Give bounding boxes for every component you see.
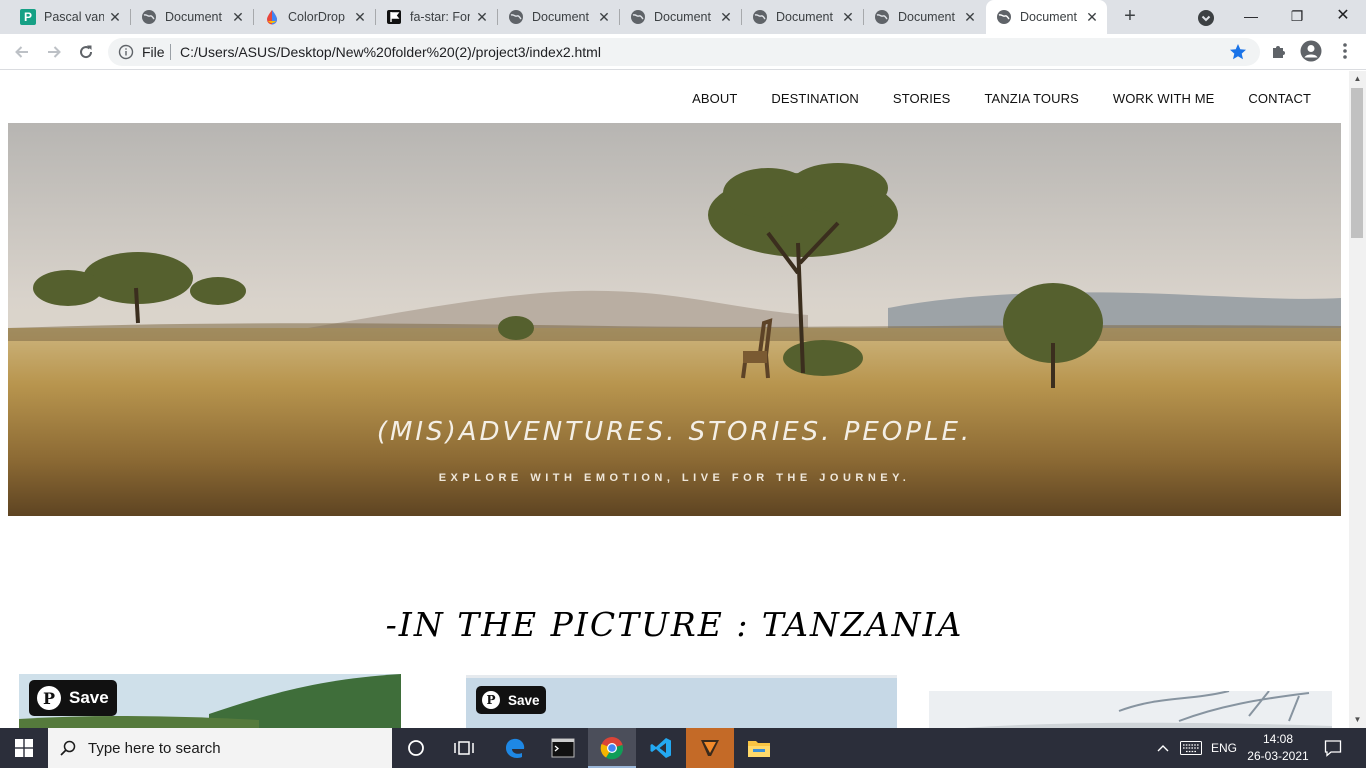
savanna-landscape-image xyxy=(8,123,1341,516)
hero-subtitle: EXPLORE WITH EMOTION, LIVE FOR THE JOURN… xyxy=(438,472,911,484)
globe-icon xyxy=(996,9,1012,25)
pinterest-save-button[interactable]: P Save xyxy=(476,686,546,714)
info-icon[interactable] xyxy=(118,44,134,60)
nav-destination[interactable]: DESTINATION xyxy=(771,91,859,106)
new-tab-button[interactable]: + xyxy=(1118,5,1142,29)
minimize-button[interactable]: — xyxy=(1228,0,1274,32)
chrome-browser-icon[interactable] xyxy=(588,728,636,768)
address-divider xyxy=(170,44,171,60)
save-label: Save xyxy=(69,688,109,707)
keyboard-icon[interactable] xyxy=(1178,728,1204,768)
tab-5[interactable]: Document ✕ xyxy=(498,0,620,34)
file-explorer-icon[interactable] xyxy=(735,728,783,768)
reload-icon[interactable] xyxy=(74,40,98,64)
close-tab-icon[interactable]: ✕ xyxy=(231,10,245,24)
clock-time: 14:08 xyxy=(1262,732,1294,746)
close-window-button[interactable]: ✕ xyxy=(1320,0,1366,32)
tab-8[interactable]: Document ✕ xyxy=(864,0,985,34)
globe-icon xyxy=(752,9,768,25)
taskbar-search-box[interactable]: Type here to search xyxy=(48,728,392,768)
close-tab-icon[interactable]: ✕ xyxy=(597,10,611,24)
close-tab-icon[interactable]: ✕ xyxy=(719,10,733,24)
gallery-image-2[interactable]: P Save xyxy=(466,675,897,728)
scroll-up-arrow-icon[interactable]: ▲ xyxy=(1349,71,1366,87)
close-tab-icon[interactable]: ✕ xyxy=(353,10,367,24)
nav-about[interactable]: ABOUT xyxy=(692,91,737,106)
site-nav: ABOUT DESTINATION STORIES TANZIA TOURS W… xyxy=(658,91,1311,106)
nav-contact[interactable]: CONTACT xyxy=(1248,91,1311,106)
extensions-puzzle-icon[interactable] xyxy=(1268,40,1290,62)
section-heading: -IN THE PICTURE : TANZANIA xyxy=(385,605,964,644)
scrollbar-thumb[interactable] xyxy=(1351,88,1363,238)
pinterest-save-button[interactable]: P Save xyxy=(29,680,117,716)
restore-button[interactable]: ❐ xyxy=(1274,0,1320,32)
tab-title: fa-star: For xyxy=(410,10,470,24)
drop-icon xyxy=(264,9,280,25)
globe-icon xyxy=(141,9,157,25)
save-label: Save xyxy=(508,692,540,708)
globe-icon xyxy=(630,9,646,25)
scheme-label: File xyxy=(142,44,165,60)
notification-center-icon[interactable] xyxy=(1316,728,1350,768)
close-tab-icon[interactable]: ✕ xyxy=(108,10,122,24)
gallery-image-3[interactable] xyxy=(929,691,1332,728)
tab-7[interactable]: Document ✕ xyxy=(742,0,864,34)
p-letter-icon: P xyxy=(20,9,36,25)
tray-chevron-up-icon[interactable] xyxy=(1154,728,1172,768)
windows-taskbar: Type here to search ENG 14:08 26-03-2021 xyxy=(0,728,1366,768)
close-tab-icon[interactable]: ✕ xyxy=(475,10,489,24)
cortana-circle-icon[interactable] xyxy=(392,728,440,768)
search-icon xyxy=(60,740,76,756)
nav-tanzia-tours[interactable]: TANZIA TOURS xyxy=(984,91,1078,106)
profile-avatar-icon[interactable] xyxy=(1300,40,1322,62)
gallery-image-1[interactable]: P Save xyxy=(19,674,401,728)
url-text[interactable]: C:/Users/ASUS/Desktop/New%20folder%20(2)… xyxy=(180,44,601,60)
nav-work-with-me[interactable]: WORK WITH ME xyxy=(1113,91,1215,106)
close-tab-icon[interactable]: ✕ xyxy=(1085,10,1099,24)
close-tab-icon[interactable]: ✕ xyxy=(963,10,977,24)
clock-date: 26-03-2021 xyxy=(1247,749,1309,763)
close-tab-icon[interactable]: ✕ xyxy=(841,10,855,24)
tab-2[interactable]: Document ✕ xyxy=(131,0,254,34)
hero-title: (MIS)ADVENTURES. STORIES. PEOPLE. xyxy=(376,417,973,447)
hero-banner: (MIS)ADVENTURES. STORIES. PEOPLE. EXPLOR… xyxy=(8,123,1341,516)
web-page: ABOUT DESTINATION STORIES TANZIA TOURS W… xyxy=(0,71,1349,728)
globe-icon xyxy=(874,9,890,25)
windows-start-icon[interactable] xyxy=(0,728,48,768)
nav-stories[interactable]: STORIES xyxy=(893,91,951,106)
edge-browser-icon[interactable] xyxy=(491,728,539,768)
browser-toolbar: File C:/Users/ASUS/Desktop/New%20folder%… xyxy=(0,34,1366,70)
page-scrollbar[interactable]: ▲ ▼ xyxy=(1349,71,1366,728)
bookmark-star-icon[interactable] xyxy=(1228,42,1248,62)
tab-3[interactable]: ColorDrop ✕ xyxy=(254,0,376,34)
tab-search-icon[interactable] xyxy=(1196,8,1216,28)
terminal-icon[interactable] xyxy=(539,728,587,768)
sublime-app-icon[interactable] xyxy=(686,728,734,768)
globe-icon xyxy=(508,9,524,25)
tab-4[interactable]: fa-star: For ✕ xyxy=(376,0,498,34)
scroll-down-arrow-icon[interactable]: ▼ xyxy=(1349,712,1366,728)
pinterest-icon: P xyxy=(482,691,500,709)
menu-kebab-icon[interactable] xyxy=(1334,40,1356,62)
task-view-icon[interactable] xyxy=(440,728,488,768)
input-language[interactable]: ENG xyxy=(1208,728,1240,768)
tab-6[interactable]: Document ✕ xyxy=(620,0,742,34)
tab-title: Pascal van xyxy=(44,10,104,24)
back-arrow-icon[interactable] xyxy=(10,40,34,64)
browser-tab-strip: P Pascal van ✕ Document ✕ ColorDrop ✕ fa… xyxy=(0,0,1366,34)
tab-9-active[interactable]: Document ✕ xyxy=(986,0,1107,34)
address-bar[interactable]: File C:/Users/ASUS/Desktop/New%20folder%… xyxy=(108,38,1260,66)
forward-arrow-icon[interactable] xyxy=(42,40,66,64)
system-clock[interactable]: 14:08 26-03-2021 xyxy=(1246,731,1310,765)
vscode-icon[interactable] xyxy=(637,728,685,768)
pinterest-icon: P xyxy=(37,686,61,710)
tab-title: ColorDrop xyxy=(288,10,345,24)
search-placeholder: Type here to search xyxy=(88,740,221,757)
tab-1[interactable]: P Pascal van ✕ xyxy=(10,0,131,34)
flag-icon xyxy=(386,9,402,25)
